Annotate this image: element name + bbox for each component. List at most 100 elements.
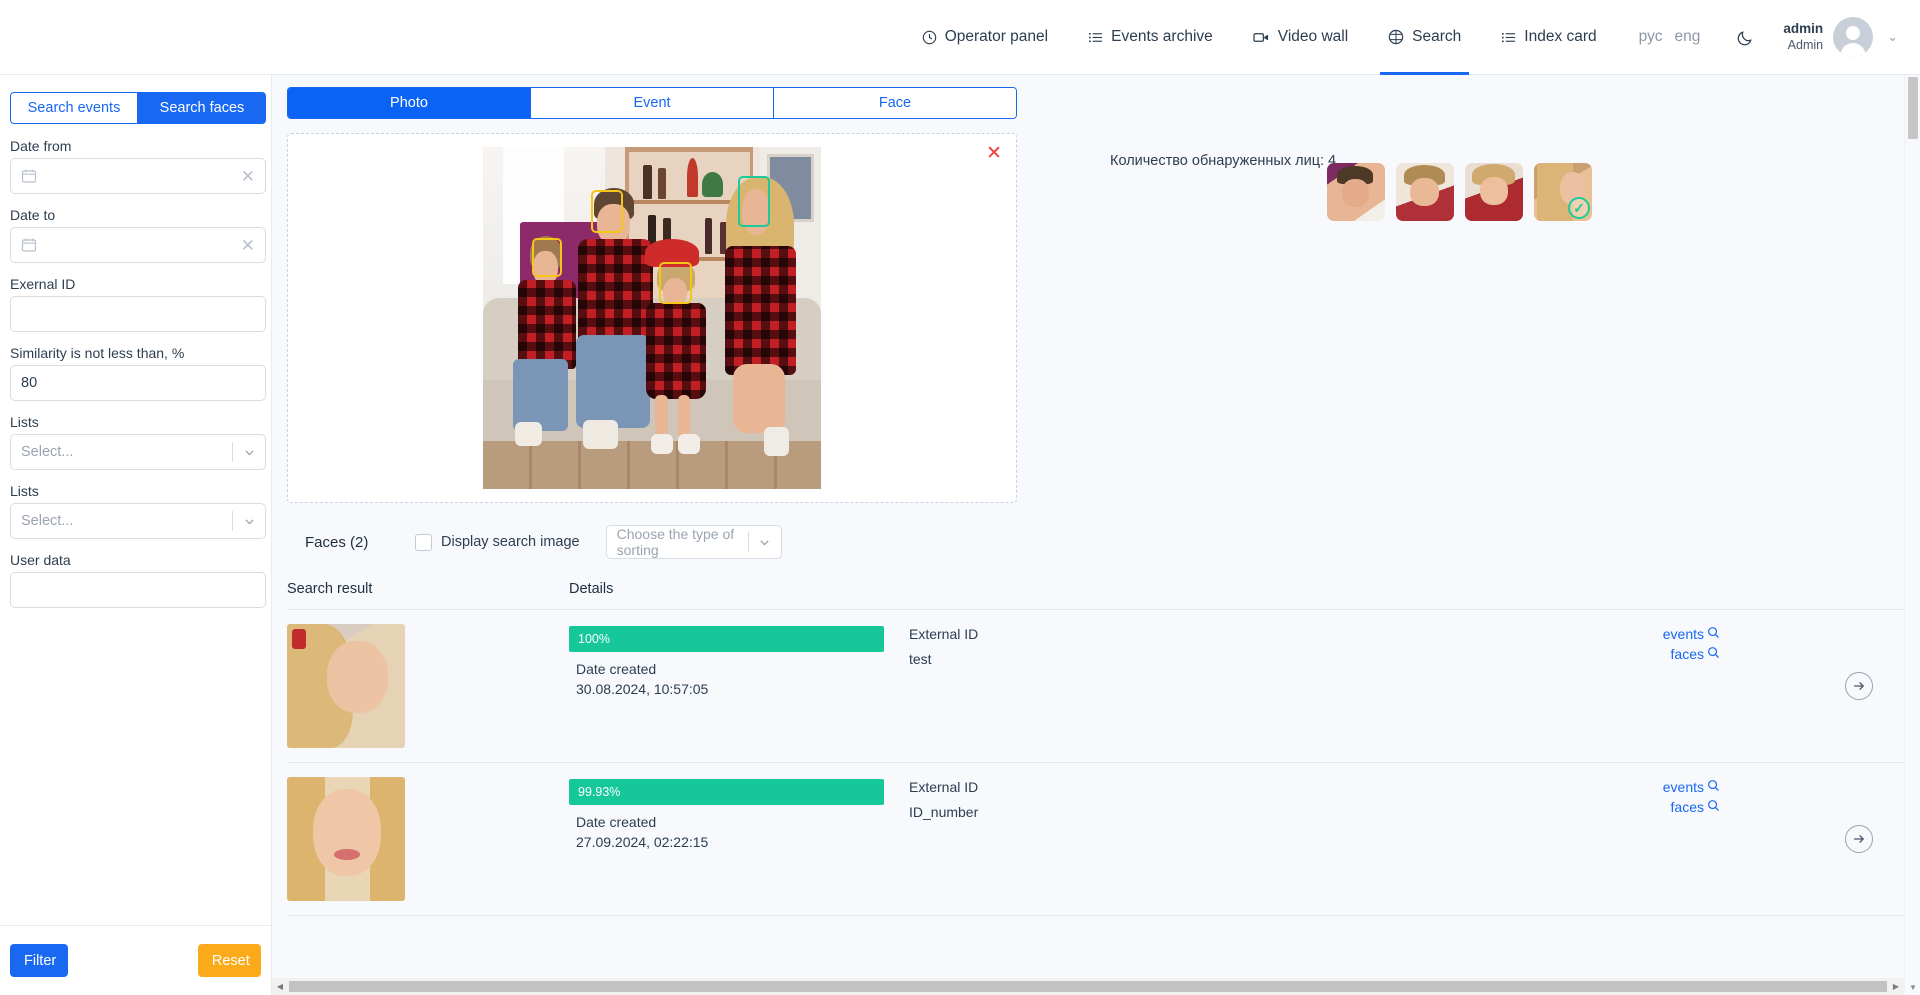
face-thumb-man[interactable]: [1327, 163, 1385, 221]
date-to-input[interactable]: ✕: [10, 227, 266, 263]
result-face-image[interactable]: [287, 624, 405, 748]
result-details: 100% Date created 30.08.2024, 10:57:05 E…: [569, 624, 1905, 697]
chevron-down-icon[interactable]: [233, 515, 265, 528]
user-data-input[interactable]: [10, 572, 266, 608]
similarity-score-bar: 99.93%: [569, 779, 884, 805]
nav-label: Operator panel: [944, 28, 1049, 45]
events-link[interactable]: events: [1354, 779, 1720, 795]
arrow-right-icon[interactable]: [1845, 672, 1873, 700]
search-mode-toggle: Search events Search faces: [10, 92, 266, 124]
nav-item-video-wall[interactable]: Video wall: [1233, 0, 1368, 75]
scroll-left-icon[interactable]: ◀: [272, 978, 288, 995]
nav-item-search[interactable]: Search: [1368, 0, 1481, 75]
tab-photo[interactable]: Photo: [288, 88, 531, 118]
lang-en[interactable]: eng: [1674, 28, 1700, 46]
events-link[interactable]: events: [1354, 626, 1720, 642]
face-thumb-boy[interactable]: [1396, 163, 1454, 221]
nav-item-operator-panel[interactable]: Operator panel: [902, 0, 1068, 75]
date-created-label: Date created: [576, 814, 657, 830]
date-created-value: 30.08.2024, 10:57:05: [576, 681, 709, 697]
lists-1-select[interactable]: Select...: [10, 434, 266, 470]
face-bounding-box-selected[interactable]: [738, 176, 771, 228]
user-data-label: User data: [10, 552, 71, 568]
result-face-image[interactable]: [287, 777, 405, 901]
avatar: [1833, 17, 1874, 57]
nav-item-index-card[interactable]: Index card: [1481, 0, 1616, 75]
tab-search-events[interactable]: Search events: [10, 92, 138, 124]
date-from-input[interactable]: ✕: [10, 158, 266, 194]
user-menu[interactable]: admin Admin ⌄: [1783, 17, 1898, 57]
faces-link[interactable]: faces: [1354, 646, 1720, 662]
vertical-scrollbar[interactable]: ▲ ▼: [1904, 75, 1920, 995]
face-thumb-woman[interactable]: ✓: [1534, 163, 1592, 221]
date-created-label: Date created: [576, 661, 657, 677]
chevron-down-icon[interactable]: ⌄: [1887, 29, 1898, 45]
clock-icon: [922, 30, 937, 45]
external-id-input[interactable]: [10, 296, 266, 332]
score-column: 100% Date created 30.08.2024, 10:57:05: [569, 626, 884, 697]
filter-button[interactable]: Filter: [10, 944, 68, 977]
lists-1-placeholder: Select...: [21, 444, 74, 460]
uploaded-photo[interactable]: [483, 147, 821, 489]
tab-search-faces[interactable]: Search faces: [138, 92, 266, 124]
result-details: 99.93% Date created 27.09.2024, 02:22:15…: [569, 777, 1905, 850]
face-bounding-box[interactable]: [591, 189, 624, 233]
tab-face[interactable]: Face: [774, 88, 1016, 118]
nav-label: Index card: [1524, 28, 1597, 45]
calendar-icon: [21, 237, 37, 253]
result-thumb-cell: [287, 624, 569, 748]
events-link-label: events: [1662, 626, 1704, 642]
sort-type-select[interactable]: Choose the type of sorting: [605, 525, 782, 559]
scroll-right-icon[interactable]: ▶: [1888, 978, 1904, 995]
events-link-label: events: [1662, 779, 1704, 795]
result-thumb-cell: [287, 777, 569, 901]
results-controls: Faces (2) Display search image Choose th…: [287, 525, 1905, 559]
lists-2-label: Lists: [10, 483, 39, 499]
face-bounding-box[interactable]: [658, 261, 692, 305]
search-icon: [1707, 779, 1720, 795]
similarity-input[interactable]: 80: [10, 365, 266, 401]
clear-icon[interactable]: ✕: [235, 237, 255, 254]
horizontal-scrollbar[interactable]: ◀ ▶: [272, 978, 1904, 995]
score-column: 99.93% Date created 27.09.2024, 02:22:15: [569, 779, 884, 850]
similarity-value: 80: [21, 375, 38, 391]
page-body: Search events Search faces Date from ✕ D…: [0, 75, 1920, 995]
tab-event[interactable]: Event: [531, 88, 774, 118]
face-thumb-girl[interactable]: [1465, 163, 1523, 221]
table-row[interactable]: 100% Date created 30.08.2024, 10:57:05 E…: [287, 610, 1905, 763]
user-names: admin Admin: [1783, 21, 1823, 54]
search-globe-icon: [1388, 29, 1404, 45]
external-id-column: External ID ID_number: [884, 779, 1354, 850]
detected-faces-block: Количество обнаруженных лиц: 4: [1110, 147, 1336, 169]
field-user-data: User data: [10, 552, 266, 608]
arrow-right-icon[interactable]: [1845, 825, 1873, 853]
chevron-down-icon[interactable]: [233, 446, 265, 459]
close-icon[interactable]: ✕: [986, 144, 1002, 163]
table-row[interactable]: 99.93% Date created 27.09.2024, 02:22:15…: [287, 763, 1905, 916]
external-id-value: ID_number: [909, 804, 979, 820]
external-id-value: test: [909, 651, 932, 667]
display-search-image-checkbox[interactable]: [415, 533, 432, 551]
field-external-id: Exernal ID: [10, 276, 266, 332]
lang-ru[interactable]: рус: [1639, 28, 1663, 46]
search-icon: [1707, 799, 1720, 815]
moon-icon[interactable]: [1736, 28, 1755, 47]
chevron-down-icon[interactable]: [749, 536, 781, 549]
horizontal-scrollbar-thumb[interactable]: [289, 981, 1887, 992]
scroll-down-icon[interactable]: ▼: [1905, 979, 1920, 995]
external-id-label: External ID: [909, 779, 979, 795]
clear-icon[interactable]: ✕: [235, 168, 255, 185]
faces-link-label: faces: [1670, 799, 1704, 815]
reset-button[interactable]: Reset: [197, 944, 261, 977]
face-bounding-box[interactable]: [532, 237, 562, 277]
faces-count-title: Faces (2): [305, 533, 369, 551]
external-id-label: External ID: [909, 626, 979, 642]
faces-link[interactable]: faces: [1354, 799, 1720, 815]
nav-item-events-archive[interactable]: Events archive: [1068, 0, 1233, 75]
field-date-to: Date to ✕: [10, 207, 266, 263]
lists-2-select[interactable]: Select...: [10, 503, 266, 539]
vertical-scrollbar-thumb[interactable]: [1908, 77, 1918, 139]
field-lists-2: Lists Select...: [10, 483, 266, 539]
similarity-label: Similarity is not less than, %: [10, 345, 185, 361]
list-icon: [1501, 30, 1516, 45]
